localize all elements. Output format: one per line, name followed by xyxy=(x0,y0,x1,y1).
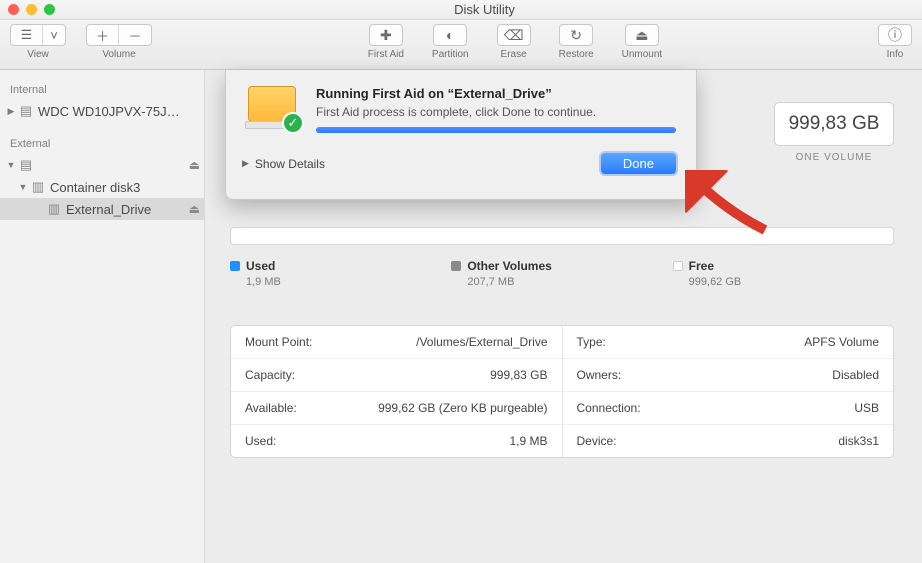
sidebar-item-label: WDC WD10JPVX-75J… xyxy=(38,104,200,119)
unmount-button[interactable]: ⏏ xyxy=(625,24,659,46)
details-left-column: Mount Point:/Volumes/External_Drive Capa… xyxy=(231,326,563,457)
toolbar-view-group: ☰ ˅ View xyxy=(10,24,66,60)
detail-used: Used:1,9 MB xyxy=(231,425,562,457)
sidebar-item-external-drive[interactable]: ▥ External_Drive ⏏ xyxy=(0,198,204,220)
detail-available: Available:999,62 GB (Zero KB purgeable) xyxy=(231,392,562,425)
unmount-label: Unmount xyxy=(622,49,663,60)
toolbar-volume-label: Volume xyxy=(102,49,135,60)
titlebar: Disk Utility xyxy=(0,0,922,20)
detail-mount-point: Mount Point:/Volumes/External_Drive xyxy=(231,326,562,359)
toolbar-volume-group: ＋ － Volume xyxy=(86,24,152,60)
first-aid-dialog: ✓ Running First Aid on “External_Drive” … xyxy=(225,70,697,200)
usage-bar xyxy=(230,227,894,245)
toolbar: ☰ ˅ View ＋ － Volume ✚ First Aid ◐ Partitio… xyxy=(0,20,922,70)
info-icon: ⓘ xyxy=(888,25,902,45)
capacity-box: 999,83 GB ONE VOLUME xyxy=(774,102,894,163)
info-label: Info xyxy=(887,49,904,60)
sidebar-item-label: External_Drive xyxy=(66,202,185,217)
sidebar: Internal ▶ ▤ WDC WD10JPVX-75J… External … xyxy=(0,70,205,563)
disclosure-triangle-icon[interactable]: ▼ xyxy=(18,182,28,192)
done-button[interactable]: Done xyxy=(601,153,676,174)
view-menu-button[interactable]: ˅ xyxy=(43,25,65,45)
restore-label: Restore xyxy=(559,49,594,60)
usage-section: Used 1,9 MB Other Volumes 207,7 MB Free … xyxy=(230,227,894,288)
detail-connection: Connection:USB xyxy=(563,392,894,425)
other-color-swatch xyxy=(451,261,461,271)
restore-button[interactable]: ↻ xyxy=(559,24,593,46)
detail-type: Type:APFS Volume xyxy=(563,326,894,359)
used-color-swatch xyxy=(230,261,240,271)
toolbar-view-label: View xyxy=(27,49,49,60)
sidebar-item-internal-disk[interactable]: ▶ ▤ WDC WD10JPVX-75J… xyxy=(0,100,204,122)
remove-volume-button[interactable]: － xyxy=(119,25,151,45)
dialog-title: Running First Aid on “External_Drive” xyxy=(316,86,676,101)
close-window-button[interactable] xyxy=(8,4,19,15)
zoom-window-button[interactable] xyxy=(44,4,55,15)
partition-button[interactable]: ◐ xyxy=(433,24,467,46)
used-label: Used xyxy=(246,259,275,273)
legend-used: Used 1,9 MB xyxy=(230,259,451,288)
external-hdd-icon: ▤ xyxy=(18,157,34,173)
minimize-window-button[interactable] xyxy=(26,4,37,15)
restore-icon: ↻ xyxy=(570,27,582,44)
free-label: Free xyxy=(689,259,714,273)
details-table: Mount Point:/Volumes/External_Drive Capa… xyxy=(230,325,894,458)
first-aid-button[interactable]: ✚ xyxy=(369,24,403,46)
disclosure-triangle-icon: ▶ xyxy=(242,158,249,169)
detail-capacity: Capacity:999,83 GB xyxy=(231,359,562,392)
info-button[interactable]: ⓘ xyxy=(878,24,912,46)
eject-icon[interactable]: ⏏ xyxy=(189,202,200,216)
capacity-value: 999,83 GB xyxy=(774,102,894,146)
progress-bar xyxy=(316,127,676,133)
used-value: 1,9 MB xyxy=(246,276,451,288)
details-right-column: Type:APFS Volume Owners:Disabled Connect… xyxy=(563,326,894,457)
legend-free: Free 999,62 GB xyxy=(673,259,894,288)
eject-icon: ⏏ xyxy=(635,27,648,44)
stethoscope-icon: ✚ xyxy=(380,27,392,44)
toolbar-info-group: ⓘ Info xyxy=(878,24,912,60)
detail-device: Device:disk3s1 xyxy=(563,425,894,457)
window-controls xyxy=(8,4,55,15)
sidebar-heading-external: External xyxy=(0,134,204,154)
disclosure-triangle-icon[interactable]: ▼ xyxy=(6,160,16,170)
sidebar-item-external-disk[interactable]: ▼ ▤ ⏏ xyxy=(0,154,204,176)
erase-label: Erase xyxy=(501,49,527,60)
free-color-swatch xyxy=(673,261,683,271)
pie-icon: ◐ xyxy=(446,27,454,43)
other-value: 207,7 MB xyxy=(467,276,672,288)
other-label: Other Volumes xyxy=(467,259,551,273)
show-details-toggle[interactable]: ▶ Show Details xyxy=(242,157,325,171)
eject-icon[interactable]: ⏏ xyxy=(189,158,200,172)
window-title: Disk Utility xyxy=(55,2,914,17)
sidebar-item-container[interactable]: ▼ ▥ Container disk3 xyxy=(0,176,204,198)
erase-icon: ⌫ xyxy=(504,27,524,44)
checkmark-badge-icon: ✓ xyxy=(282,112,304,134)
detail-owners: Owners:Disabled xyxy=(563,359,894,392)
add-volume-button[interactable]: ＋ xyxy=(87,25,119,45)
legend-other: Other Volumes 207,7 MB xyxy=(451,259,672,288)
erase-button[interactable]: ⌫ xyxy=(497,24,531,46)
sidebar-toggle-button[interactable]: ☰ xyxy=(11,25,43,45)
first-aid-label: First Aid xyxy=(368,49,404,60)
hdd-icon: ▤ xyxy=(18,103,34,119)
free-value: 999,62 GB xyxy=(689,276,894,288)
dialog-message: First Aid process is complete, click Don… xyxy=(316,105,676,119)
sidebar-heading-internal: Internal xyxy=(0,80,204,100)
volume-icon: ▥ xyxy=(46,201,62,217)
show-details-label: Show Details xyxy=(255,157,325,171)
capacity-subtitle: ONE VOLUME xyxy=(774,152,894,163)
disk-icon: ✓ xyxy=(242,86,302,132)
sidebar-item-label: Container disk3 xyxy=(50,180,200,195)
disclosure-triangle-icon[interactable]: ▶ xyxy=(6,106,16,117)
partition-label: Partition xyxy=(432,49,469,60)
container-icon: ▥ xyxy=(30,179,46,195)
